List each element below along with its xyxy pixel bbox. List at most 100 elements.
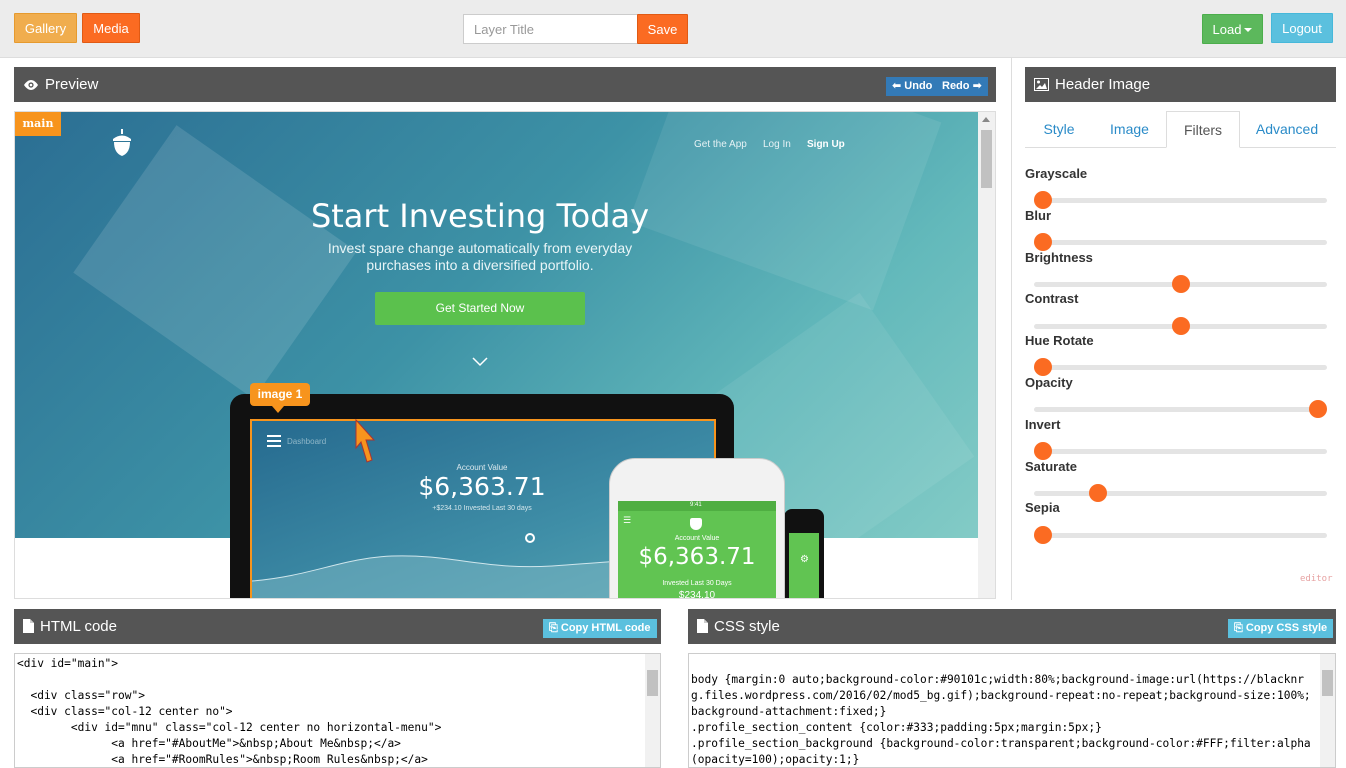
filter-label-sepia: Sepia [1025,500,1060,515]
file-icon [23,611,34,646]
invert-slider-handle[interactable] [1033,442,1052,460]
copy-css-button[interactable]: ⎘ Copy CSS style [1228,619,1334,638]
html-code-editor[interactable]: <div id="main"> <div class="row"> <div c… [14,653,661,768]
preview-scrollbar[interactable] [978,112,995,598]
html-code-line: <div class="row"> [17,689,145,702]
undo-button[interactable]: ⬅ Undo [886,77,939,96]
file-icon [697,611,708,646]
phone-invested-note: Invested Last 30 Days [662,580,732,587]
hamburger-menu-icon [267,435,281,447]
css-code-line: .profile_section_background {background-… [691,737,1311,766]
load-label: Load [1212,22,1242,37]
html-code-line: <a href="#AboutMe">&nbsp;About Me&nbsp;<… [17,737,401,750]
right-panel-divider [1011,58,1012,600]
html-code-line: <div class="col-12 center no"> [17,705,233,718]
nav-link-get-app[interactable]: Get the App [694,139,747,150]
blur-slider[interactable] [1033,233,1327,251]
saturate-slider[interactable] [1034,484,1327,502]
filter-label-contrast: Contrast [1025,291,1079,306]
grayscale-slider[interactable] [1033,191,1327,209]
nav-link-signup[interactable]: Sign Up [807,139,845,150]
invert-slider[interactable] [1033,442,1327,460]
preview-frame[interactable]: Get the App Log In Sign Up Start Investi… [14,111,996,599]
copy-html-label: Copy HTML code [560,622,651,634]
header-image-header: Header Image [1025,67,1336,102]
caret-down-icon [1244,28,1253,32]
css-code-scrollbar[interactable] [1320,654,1335,767]
blur-slider-handle[interactable] [1033,233,1052,251]
logout-button[interactable]: Logout [1271,13,1333,43]
panel-tabs: Style Image Filters Advanced [1025,111,1336,148]
html-code-line: <a href="#RoomRules">&nbsp;Room Rules&nb… [17,753,428,766]
preview-title: Preview [45,76,99,93]
copy-icon: ⎘ [1234,622,1243,634]
contrast-slider-handle[interactable] [1171,317,1190,335]
media-button[interactable]: Media [82,13,140,43]
undo-label: Undo [904,80,933,92]
phone-account-label: Account Value [674,535,720,542]
preview-header: Preview ⬅ Undo Redo ➡ [14,67,996,102]
phone-screen-image[interactable]: 9:41 ☰ Account Value $6,363.71 Invested … [618,501,776,599]
phone-account-value: $6,363.71 [638,544,756,570]
load-dropdown-button[interactable]: Load [1202,14,1263,44]
html-code-title: HTML code [40,618,117,635]
get-started-button[interactable]: Get Started Now [375,292,585,325]
html-code-line: <div id="main"> [17,657,119,670]
secondary-phone-screen: ⚙ [789,533,819,598]
grayscale-slider-handle[interactable] [1033,191,1052,209]
main-layer-tag[interactable]: main [15,112,61,136]
chevron-down-icon[interactable] [472,355,488,370]
html-code-scroll-thumb[interactable] [647,670,658,696]
arrow-right-icon: ➡ [972,80,982,92]
nav-link-login[interactable]: Log In [763,139,791,150]
phone-time: 9:41 [690,502,702,508]
brightness-slider-handle[interactable] [1171,275,1190,293]
sepia-slider-handle[interactable] [1033,526,1052,544]
arrow-left-icon: ⬅ [892,80,902,92]
sepia-slider[interactable] [1033,526,1327,544]
filter-label-hue-rotate: Hue Rotate [1025,333,1094,348]
tab-filters[interactable]: Filters [1166,111,1240,148]
contrast-slider[interactable] [1034,317,1327,335]
phone-menu-icon: ☰ [623,515,632,525]
html-code-line: <div id="mnu" class="col-12 center no ho… [17,721,442,734]
opacity-slider-handle[interactable] [1309,400,1328,418]
phone-acorn-icon [690,518,702,530]
hue-rotate-slider-handle[interactable] [1033,358,1052,376]
account-value-label: Account Value [456,463,508,472]
account-value: $6,363.71 [418,472,546,501]
phone-invested-value: $234.10 [678,590,716,599]
copy-css-label: Copy CSS style [1245,622,1328,634]
filter-label-opacity: Opacity [1025,375,1073,390]
redo-button[interactable]: Redo ➡ [936,77,988,96]
html-code-scrollbar[interactable] [645,654,660,767]
layer-title-input[interactable] [463,14,638,44]
filter-label-brightness: Brightness [1025,250,1093,265]
hero-subline: Invest spare change automatically from e… [327,240,633,273]
invested-note: +$234.10 Invested Last 30 days [432,505,532,512]
tab-image[interactable]: Image [1095,111,1164,148]
scroll-up-arrow-icon[interactable] [982,117,990,122]
hue-rotate-slider[interactable] [1033,358,1327,376]
hero-headline: Start Investing Today [310,197,650,235]
gallery-button[interactable]: Gallery [14,13,77,43]
html-code-header: HTML code ⎘ Copy HTML code [14,609,661,644]
filter-label-grayscale: Grayscale [1025,166,1088,181]
brightness-slider[interactable] [1034,275,1327,293]
map-pin-icon [525,533,535,543]
filter-label-invert: Invert [1025,417,1061,432]
image-icon [1034,69,1049,104]
top-toolbar: Gallery Media Save Load Logout [0,0,1346,58]
mouse-cursor-icon [355,418,377,467]
css-code-editor[interactable]: body {margin:0 auto;background-color:#90… [688,653,1336,768]
header-image-title: Header Image [1055,76,1151,93]
save-button[interactable]: Save [637,14,688,44]
opacity-slider[interactable] [1034,400,1328,418]
saturate-slider-handle[interactable] [1089,484,1108,502]
tab-advanced[interactable]: Advanced [1242,111,1332,148]
css-code-scroll-thumb[interactable] [1322,670,1333,696]
preview-scroll-thumb[interactable] [981,130,992,188]
copy-html-button[interactable]: ⎘ Copy HTML code [543,619,657,638]
image-layer-tag[interactable]: image 1 [250,383,310,413]
tab-style[interactable]: Style [1025,111,1093,148]
